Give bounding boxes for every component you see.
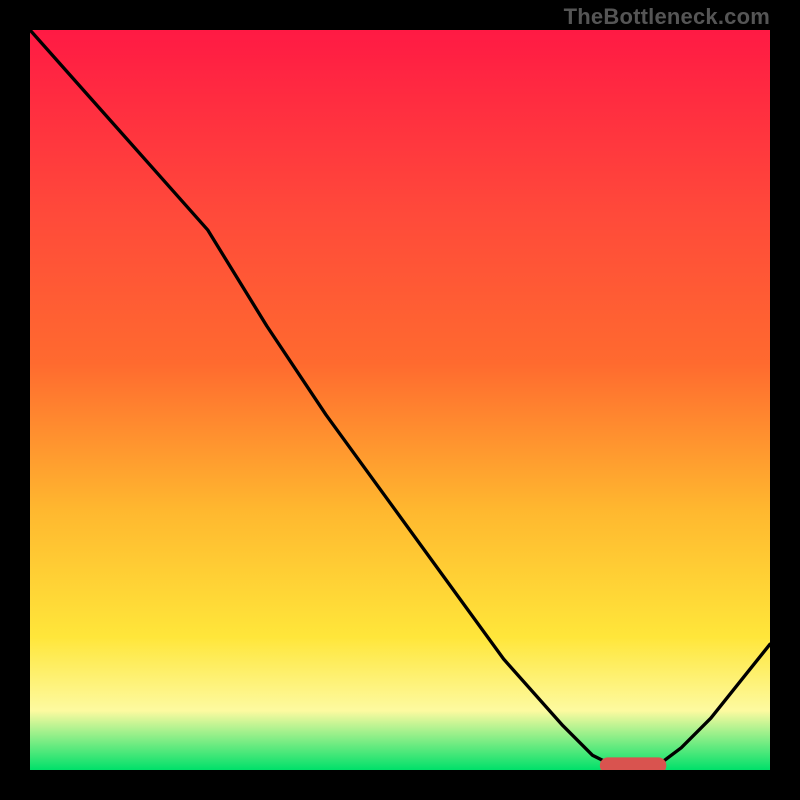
bottleneck-chart: [30, 30, 770, 770]
watermark-text: TheBottleneck.com: [564, 4, 770, 30]
chart-frame: TheBottleneck.com: [0, 0, 800, 800]
optimal-range-marker: [600, 757, 667, 770]
chart-background: [30, 30, 770, 770]
